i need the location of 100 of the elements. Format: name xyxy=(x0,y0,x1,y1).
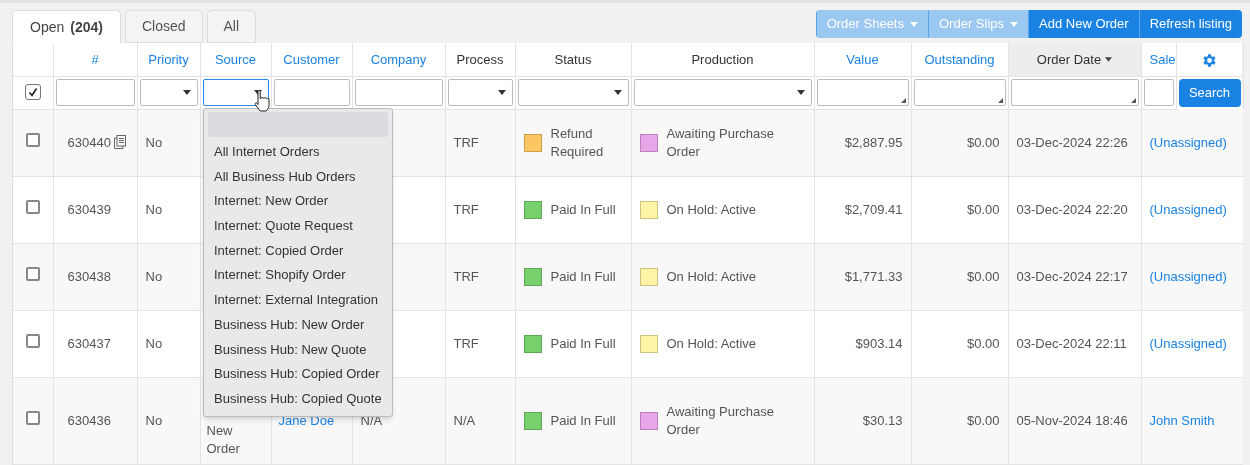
caret-icon xyxy=(796,90,805,95)
caret-icon xyxy=(497,90,506,95)
filter-select[interactable] xyxy=(633,79,812,106)
process-text: TRF xyxy=(453,335,479,351)
checkbox[interactable] xyxy=(24,83,41,100)
order-date-text: 03-Dec-2024 22:20 xyxy=(1016,201,1128,217)
order-date-text: 03-Dec-2024 22:26 xyxy=(1016,134,1128,150)
menu-option[interactable]: All Internet Orders xyxy=(208,140,388,165)
outstanding-text: $0.00 xyxy=(966,412,1000,428)
column-header[interactable]: Outstanding xyxy=(924,49,995,69)
blank-option[interactable] xyxy=(208,112,388,137)
column-header: Status xyxy=(554,50,592,69)
order-number: 630436 xyxy=(67,412,111,428)
checkbox[interactable] xyxy=(25,333,40,348)
priority-text: No xyxy=(145,335,163,351)
salesperson-link[interactable]: (Unassigned) xyxy=(1149,201,1227,217)
checkbox[interactable] xyxy=(25,266,40,281)
resize-grip-icon xyxy=(900,98,906,103)
menu-option[interactable]: Business Hub: Copied Order xyxy=(208,362,388,387)
status-text: Paid In Full xyxy=(550,200,616,219)
order-number: 630440 xyxy=(67,134,111,150)
filter-input[interactable] xyxy=(354,79,443,106)
status-text: Refund Required xyxy=(550,124,605,161)
production-text: Awaiting Purchase Order xyxy=(666,402,775,439)
menu-option[interactable]: Business Hub: Copied Quote xyxy=(208,386,388,412)
menu-option[interactable]: Internet: External Integration xyxy=(208,288,388,313)
source-text: New Order xyxy=(206,422,240,456)
checkbox[interactable] xyxy=(25,410,40,425)
priority-text: No xyxy=(145,201,163,217)
value-text: $2,887.95 xyxy=(844,134,903,150)
search-button[interactable]: Search xyxy=(1178,78,1241,107)
resize-grip-icon xyxy=(1130,98,1136,103)
checkbox[interactable] xyxy=(25,199,40,214)
filter-textarea[interactable] xyxy=(913,79,1006,106)
salesperson-link[interactable]: (Unassigned) xyxy=(1149,268,1227,284)
status-text: Paid In Full xyxy=(550,334,616,353)
process-text: TRF xyxy=(453,134,479,150)
order-number: 630439 xyxy=(67,201,111,217)
menu-option[interactable]: Internet: New Order xyxy=(208,189,388,215)
column-header: Production xyxy=(691,50,754,69)
value-text: $903.14 xyxy=(855,335,903,351)
production-text: On Hold: Active xyxy=(666,267,757,286)
filter-input[interactable] xyxy=(55,79,135,106)
filter-input[interactable] xyxy=(1143,79,1174,106)
tab[interactable]: Closed xyxy=(124,10,203,43)
menu-option[interactable]: Internet: Quote Request xyxy=(208,214,388,239)
filter-input[interactable] xyxy=(273,79,350,106)
filter-select[interactable] xyxy=(139,79,198,106)
hand-cursor-icon xyxy=(253,89,271,113)
caret-icon xyxy=(613,90,622,95)
filter-select[interactable] xyxy=(517,79,629,106)
order-number: 630437 xyxy=(67,335,111,351)
order-date-text: 03-Dec-2024 22:17 xyxy=(1016,268,1128,284)
column-header[interactable]: Source xyxy=(214,49,257,69)
production-text: On Hold: Active xyxy=(666,334,757,353)
order-date-text: 03-Dec-2024 22:11 xyxy=(1016,335,1127,351)
outstanding-text: $0.00 xyxy=(966,134,1000,150)
column-header[interactable]: Sale xyxy=(1149,49,1175,69)
menu-option[interactable]: Internet: Shopify Order xyxy=(208,263,388,289)
column-header[interactable]: Customer xyxy=(283,49,340,69)
salesperson-link[interactable]: John Smith xyxy=(1149,412,1215,428)
production-text: Awaiting Purchase Order xyxy=(666,124,775,161)
menu-option[interactable]: All Business Hub Orders xyxy=(208,164,388,190)
caret-icon xyxy=(182,90,191,95)
column-header[interactable]: Value xyxy=(846,49,879,69)
production-text: On Hold: Active xyxy=(666,200,757,219)
column-header[interactable]: # xyxy=(91,49,99,69)
process-text: TRF xyxy=(453,201,479,217)
status-text: Paid In Full xyxy=(550,411,616,430)
toolbar-button[interactable]: Refresh listing xyxy=(1138,10,1242,38)
column-header: Process xyxy=(456,50,504,69)
checkbox[interactable] xyxy=(25,132,40,147)
resize-grip-icon xyxy=(997,98,1003,103)
outstanding-text: $0.00 xyxy=(966,335,1000,351)
salesperson-link[interactable]: (Unassigned) xyxy=(1149,335,1227,351)
priority-text: No xyxy=(145,268,163,284)
toolbar-button[interactable]: Add New Order xyxy=(1028,10,1139,38)
column-header[interactable]: Company xyxy=(370,49,427,69)
process-text: N/A xyxy=(453,412,476,428)
document-icon[interactable] xyxy=(113,134,126,149)
settings-icon[interactable] xyxy=(1201,51,1218,69)
priority-text: No xyxy=(145,412,163,428)
salesperson-link[interactable]: (Unassigned) xyxy=(1149,134,1227,150)
value-text: $1,771.33 xyxy=(844,268,903,284)
filter-textarea[interactable] xyxy=(816,79,909,106)
sort-caret-icon xyxy=(1105,56,1113,62)
value-text: $30.13 xyxy=(862,412,903,428)
filter-textarea[interactable] xyxy=(1010,79,1139,106)
order-number: 630438 xyxy=(67,268,111,284)
filter-select[interactable] xyxy=(447,79,513,106)
tab[interactable]: Open (204) xyxy=(12,10,121,44)
menu-option[interactable]: Internet: Copied Order xyxy=(208,238,388,264)
menu-option[interactable]: Business Hub: New Quote xyxy=(208,337,388,363)
outstanding-text: $0.00 xyxy=(966,201,1000,217)
tab[interactable]: All xyxy=(206,10,257,43)
menu-option[interactable]: Business Hub: New Order xyxy=(208,312,388,338)
priority-text: No xyxy=(145,134,163,150)
order-date-text: 05-Nov-2024 18:46 xyxy=(1016,412,1128,428)
column-header[interactable]: Priority xyxy=(148,49,189,69)
outstanding-text: $0.00 xyxy=(966,268,1000,284)
